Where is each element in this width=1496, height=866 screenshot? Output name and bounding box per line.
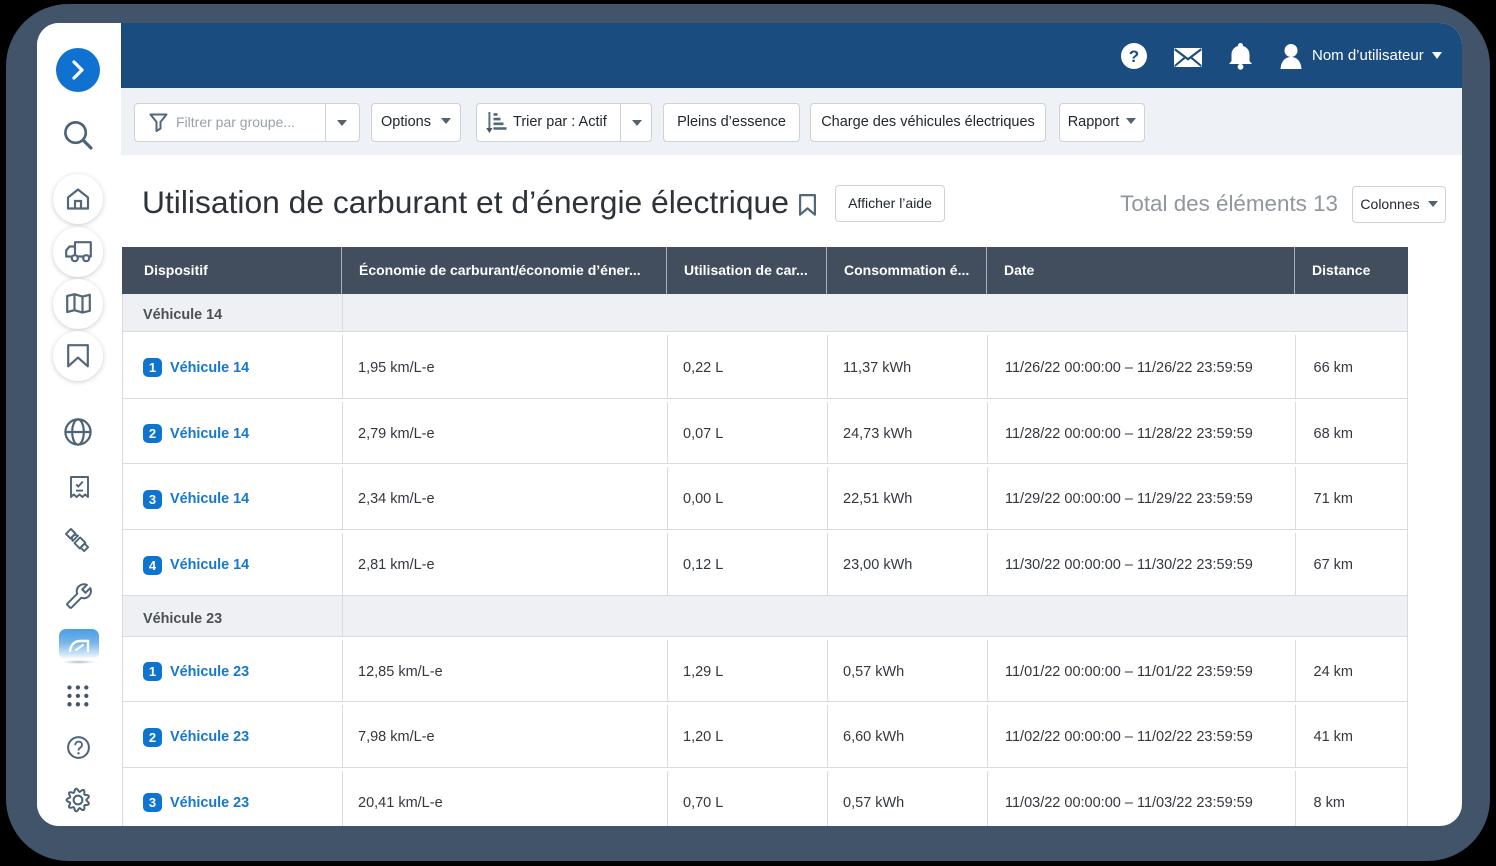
svg-text:?: ?	[1129, 47, 1139, 66]
